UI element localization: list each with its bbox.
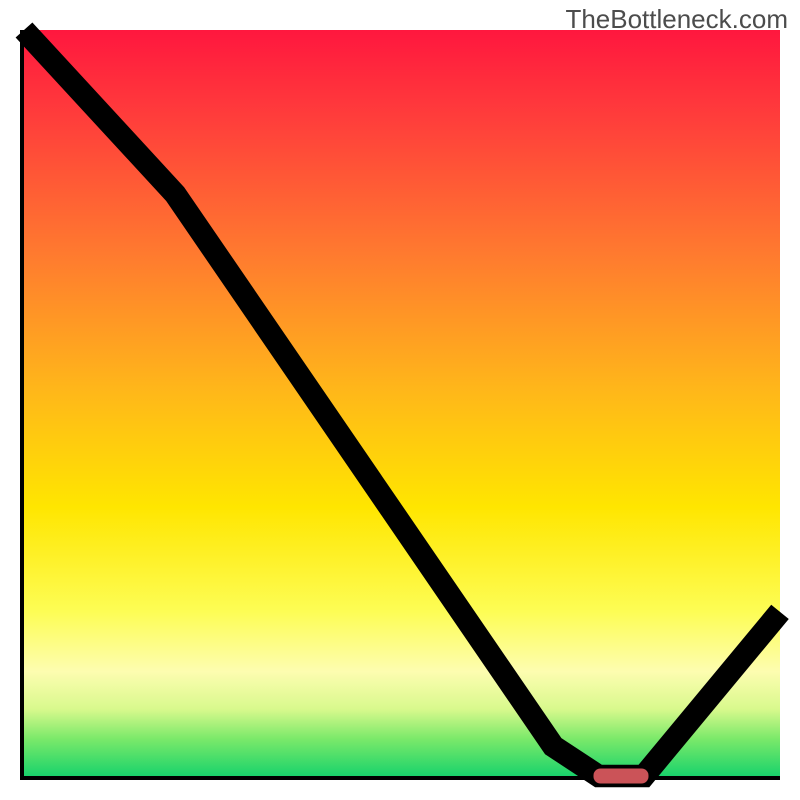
plot-area bbox=[20, 30, 780, 780]
optimal-zone-marker bbox=[594, 769, 649, 784]
bottleneck-curve bbox=[24, 30, 780, 776]
curve-path bbox=[24, 30, 780, 776]
chart-frame: TheBottleneck.com bbox=[0, 0, 800, 800]
